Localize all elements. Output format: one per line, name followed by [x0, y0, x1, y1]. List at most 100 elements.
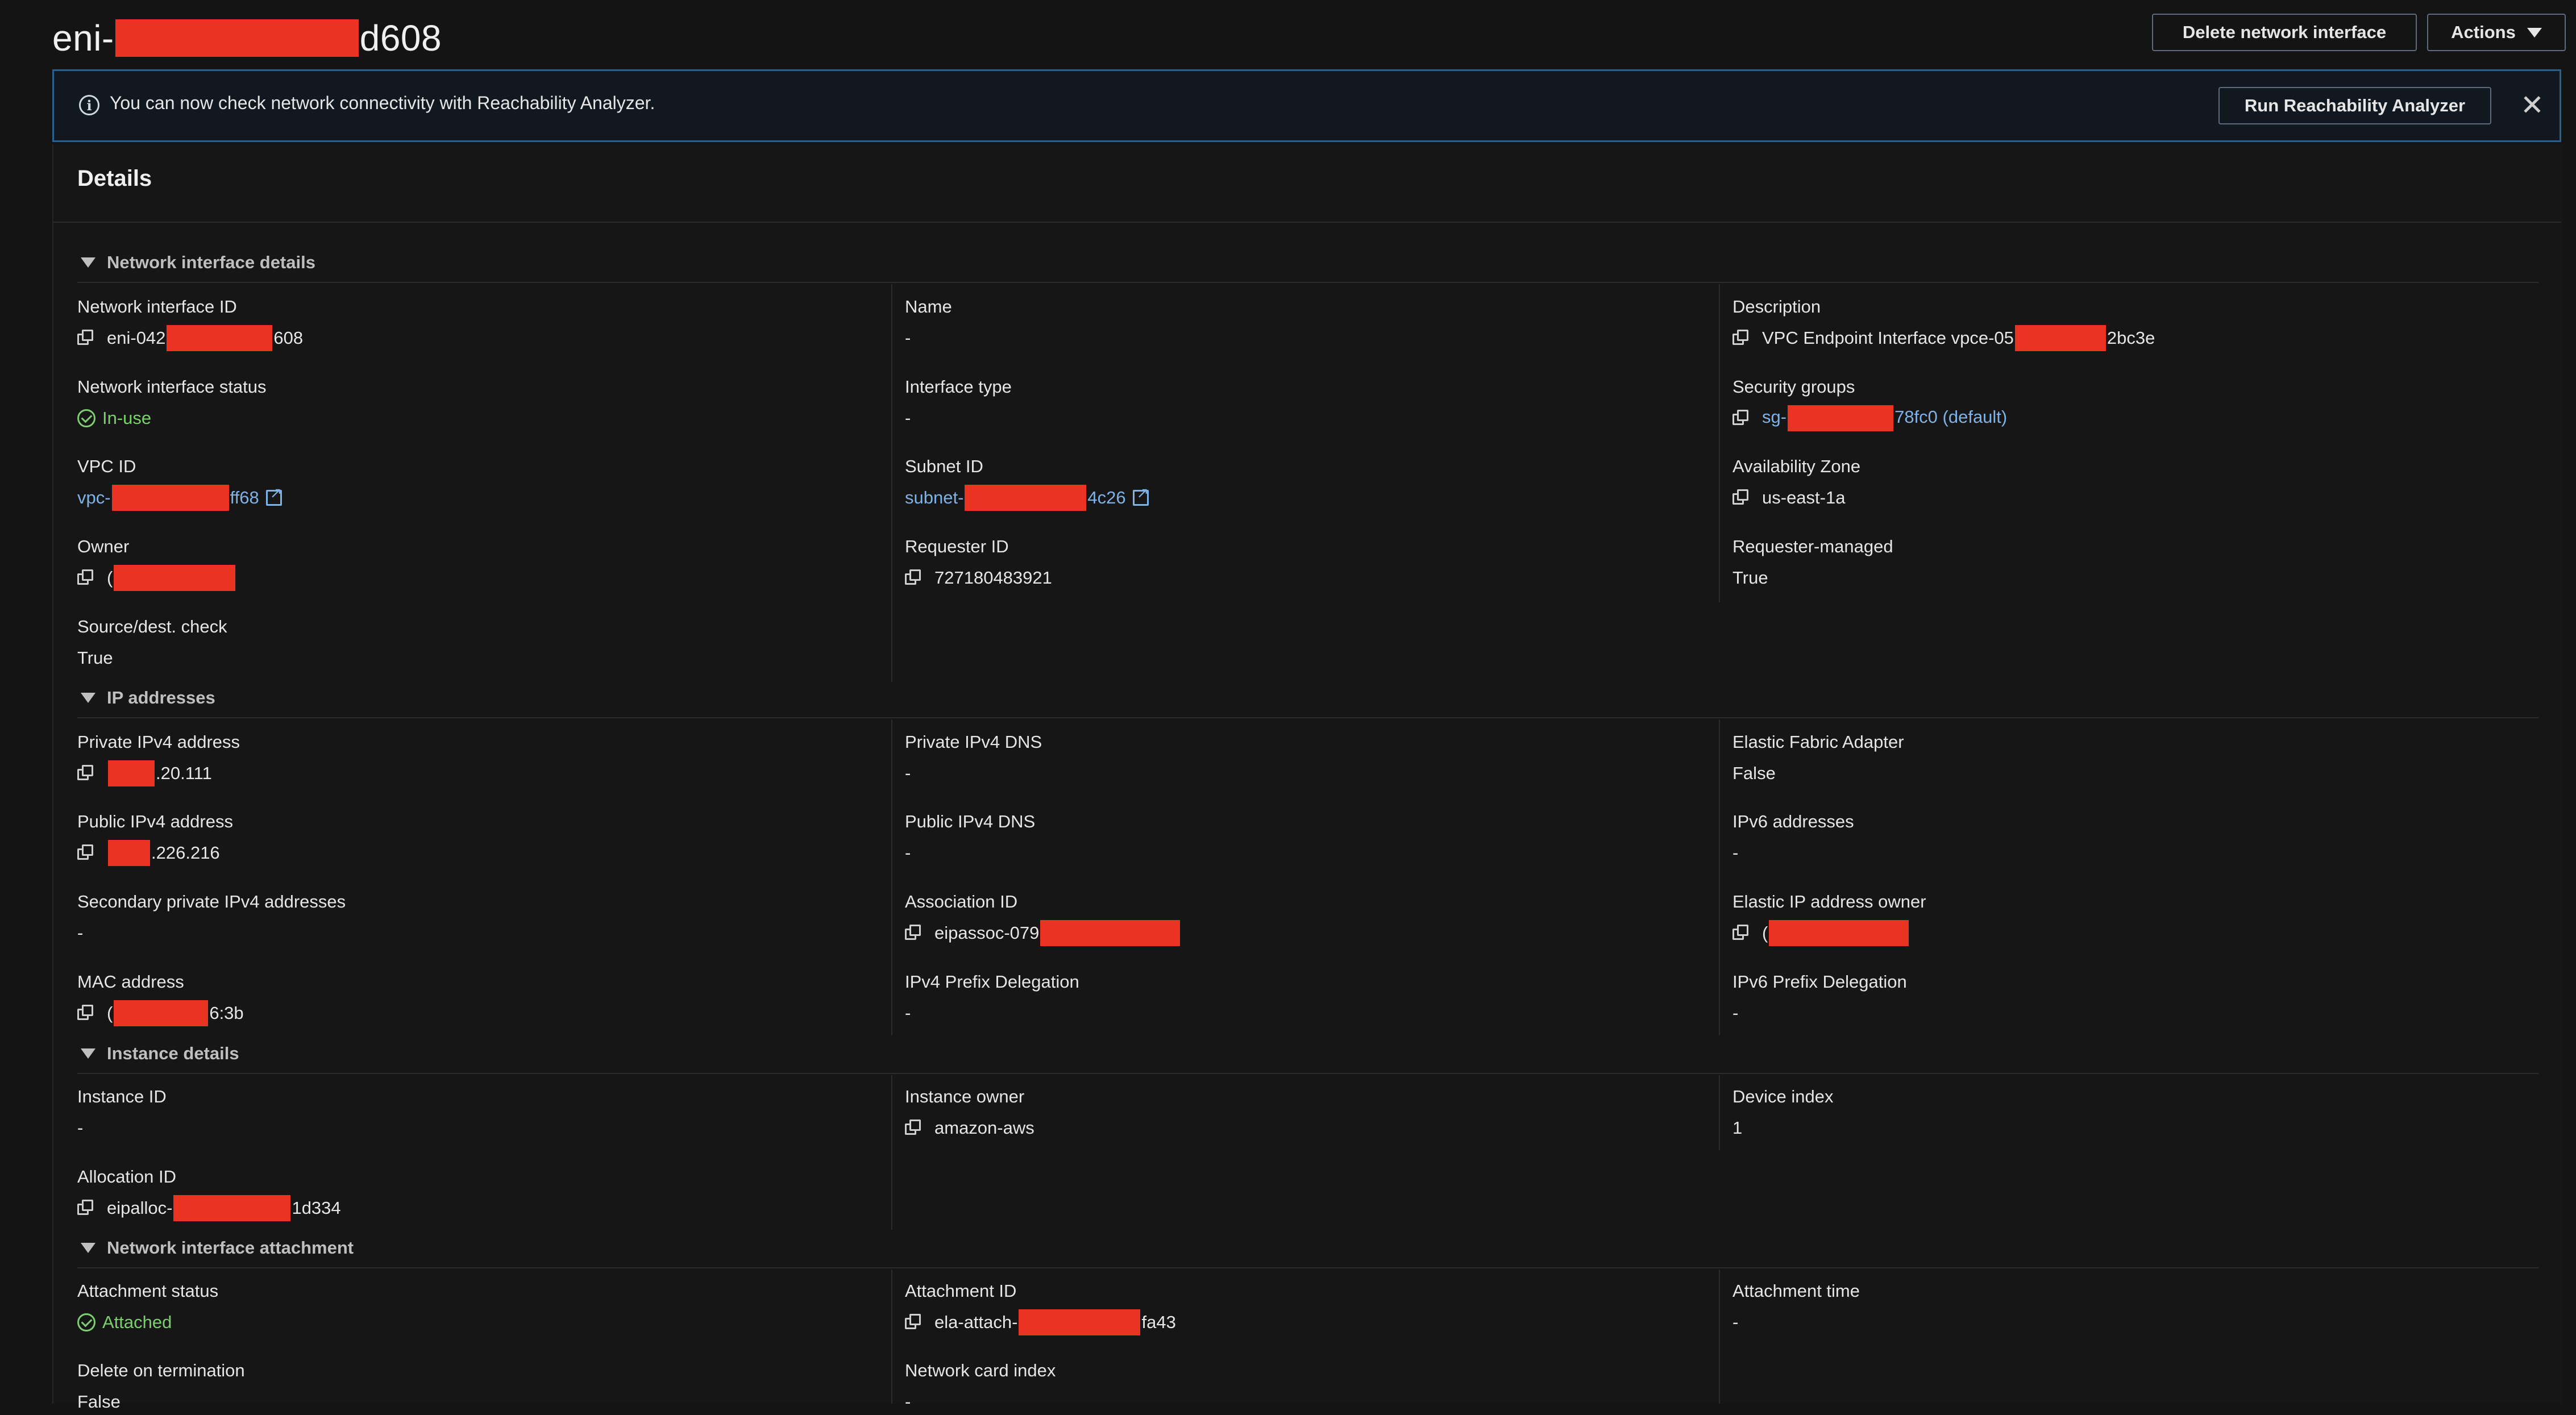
close-icon[interactable]: ✕	[2515, 88, 2549, 122]
copy-icon[interactable]	[905, 925, 922, 942]
copy-icon[interactable]	[77, 330, 94, 347]
field-delete-on-termination: Delete on termination False	[77, 1360, 245, 1415]
column-divider	[1719, 1270, 1720, 1404]
section-toggle-ip-addresses[interactable]: IP addresses	[81, 688, 215, 708]
link-text: sg-	[1762, 407, 1787, 427]
field-label: Public IPv4 DNS	[905, 811, 1036, 831]
divider	[77, 282, 2538, 283]
field-label: Description	[1732, 297, 1821, 317]
security-group-link[interactable]: sg- 78fc0 (default)	[1762, 405, 2007, 431]
field-network-card-index: Network card index -	[905, 1360, 1056, 1415]
redaction-block	[114, 565, 236, 591]
field-value: -	[1732, 1312, 1739, 1332]
field-public-ipv4-address: Public IPv4 address .226.216	[77, 811, 233, 866]
field-public-ipv4-dns: Public IPv4 DNS -	[905, 811, 1035, 866]
field-value: -	[905, 763, 911, 783]
redaction-block	[114, 1000, 209, 1026]
field-private-ipv4-address: Private IPv4 address .20.111	[77, 732, 240, 786]
external-link-icon	[1132, 485, 1149, 506]
copy-icon[interactable]	[77, 1200, 94, 1217]
field-source-dest-check: Source/dest. check True	[77, 617, 227, 671]
field-value: ( 6:3b	[77, 1000, 244, 1026]
status-badge: Attached	[77, 1309, 218, 1335]
value-text: amazon-aws	[934, 1118, 1034, 1138]
field-secondary-private-ipv4: Secondary private IPv4 addresses -	[77, 892, 346, 946]
details-title: Details	[77, 166, 152, 191]
copy-icon[interactable]	[77, 1005, 94, 1022]
copy-icon[interactable]	[1732, 925, 1750, 942]
field-label: Attachment ID	[905, 1281, 1017, 1301]
vpc-id-link[interactable]: vpc- ff68	[77, 485, 282, 511]
column-divider	[1719, 284, 1720, 602]
section-toggle-network-interface-details[interactable]: Network interface details	[81, 252, 315, 273]
section-toggle-network-interface-attachment[interactable]: Network interface attachment	[81, 1238, 354, 1258]
delete-button-label: Delete network interface	[2182, 22, 2387, 42]
link-text: vpc-	[77, 488, 111, 507]
field-label: Elastic Fabric Adapter	[1732, 732, 1904, 752]
section-toggle-instance-details[interactable]: Instance details	[81, 1043, 239, 1064]
section-title: Network interface attachment	[107, 1238, 354, 1258]
redaction-block	[1019, 1309, 1141, 1335]
redaction-block	[2014, 325, 2106, 351]
caret-down-icon	[81, 693, 95, 703]
info-banner: i You can now check network connectivity…	[52, 69, 2561, 142]
value-text: (	[107, 568, 113, 588]
copy-icon[interactable]	[77, 765, 94, 782]
subnet-id-link[interactable]: subnet- 4c26	[905, 485, 1149, 511]
actions-dropdown-button[interactable]: Actions	[2427, 14, 2566, 51]
field-requester-managed: Requester-managed True	[1732, 536, 1893, 591]
field-label: Delete on termination	[77, 1360, 245, 1380]
value-text: VPC Endpoint Interface vpce-05	[1762, 328, 2014, 348]
field-value: us-east-1a	[1732, 485, 1860, 511]
field-label: Public IPv4 address	[77, 811, 233, 831]
check-circle-icon	[77, 409, 95, 427]
delete-network-interface-button[interactable]: Delete network interface	[2152, 14, 2417, 51]
run-reachability-analyzer-button[interactable]: Run Reachability Analyzer	[2218, 87, 2491, 124]
field-attachment-time: Attachment time -	[1732, 1281, 1860, 1335]
status-text: Attached	[102, 1312, 172, 1332]
external-link-icon	[265, 485, 282, 506]
redaction-block	[1788, 405, 1894, 431]
field-ipv6-prefix-delegation: IPv6 Prefix Delegation -	[1732, 972, 1907, 1026]
field-value: ela-attach- fa43	[905, 1309, 1176, 1335]
copy-icon[interactable]	[1732, 489, 1750, 506]
copy-icon[interactable]	[905, 1314, 922, 1331]
details-panel	[52, 144, 2562, 1404]
field-label: Requester ID	[905, 536, 1009, 556]
field-label: Allocation ID	[77, 1167, 177, 1187]
value-text: .20.111	[156, 763, 212, 783]
redaction-block	[111, 485, 229, 511]
field-security-groups: Security groups sg- 78fc0 (default)	[1732, 377, 2007, 431]
section-title: IP addresses	[107, 688, 215, 708]
copy-icon[interactable]	[905, 569, 922, 586]
field-private-ipv4-dns: Private IPv4 DNS -	[905, 732, 1042, 786]
redaction-block	[108, 760, 155, 786]
field-value: VPC Endpoint Interface vpce-05 2bc3e	[1732, 325, 2155, 351]
value-text: 1d334	[292, 1198, 341, 1218]
field-value: 1	[1732, 1118, 1743, 1138]
link-text: ff68	[230, 488, 259, 507]
copy-icon[interactable]	[77, 569, 94, 586]
copy-icon[interactable]	[77, 844, 94, 862]
page-title-suffix: d608	[359, 18, 442, 59]
value-text: 727180483921	[934, 568, 1052, 588]
field-label: Availability Zone	[1732, 456, 1861, 476]
copy-icon[interactable]	[905, 1119, 922, 1137]
column-divider	[1719, 1075, 1720, 1150]
field-value: False	[77, 1392, 121, 1412]
field-value: 727180483921	[905, 565, 1052, 591]
field-value: .20.111	[77, 760, 240, 786]
divider	[52, 222, 2561, 223]
field-value: -	[1732, 843, 1739, 863]
field-label: Security groups	[1732, 377, 1855, 397]
caret-down-icon	[81, 1243, 95, 1253]
banner-message: You can now check network connectivity w…	[110, 93, 655, 113]
copy-icon[interactable]	[1732, 330, 1750, 347]
field-instance-owner: Instance owner amazon-aws	[905, 1087, 1034, 1141]
field-label: Network card index	[905, 1360, 1056, 1380]
value-text: 2bc3e	[2106, 328, 2155, 348]
value-text: ela-attach-	[934, 1312, 1018, 1332]
field-value: -	[905, 328, 911, 348]
copy-icon[interactable]	[1732, 410, 1750, 427]
run-button-label: Run Reachability Analyzer	[2244, 95, 2466, 115]
